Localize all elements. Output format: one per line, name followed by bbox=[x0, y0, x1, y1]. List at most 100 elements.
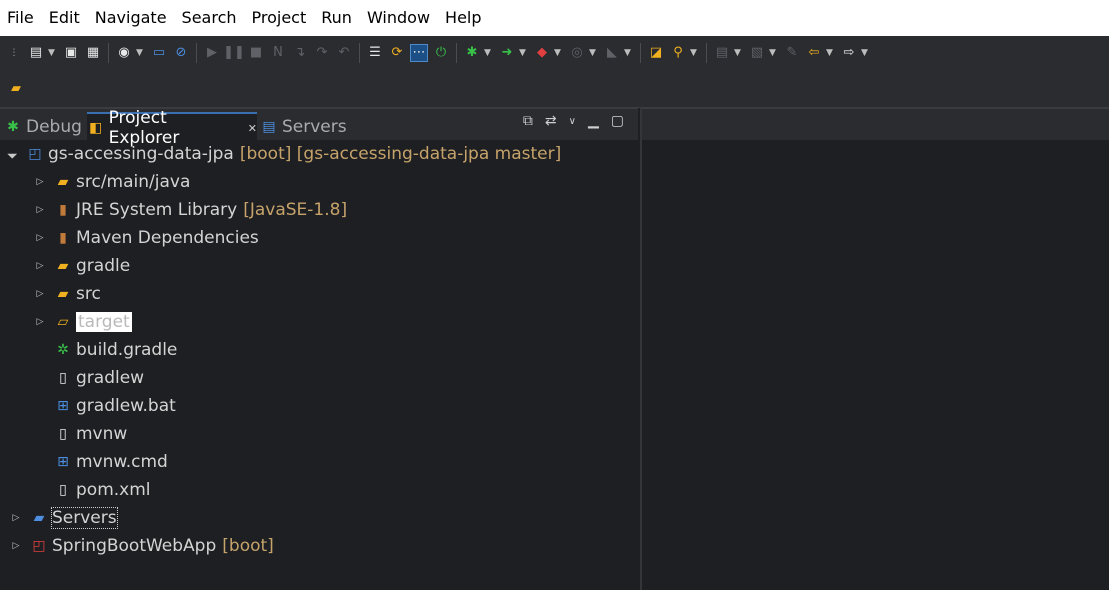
minimize-icon[interactable]: ▁ bbox=[588, 113, 599, 129]
new-class-dropdown-icon[interactable]: ▼ bbox=[623, 45, 632, 61]
run-dropdown-icon[interactable]: ▼ bbox=[518, 45, 527, 61]
collapsed-twisty-icon[interactable]: ▷ bbox=[34, 289, 46, 299]
tree-item-mvnw[interactable]: ▯ mvnw bbox=[34, 420, 127, 448]
collapsed-twisty-icon[interactable]: ▷ bbox=[34, 317, 46, 327]
open-type-icon[interactable]: ◪ bbox=[648, 45, 664, 61]
folder-icon: ▰ bbox=[57, 258, 69, 274]
tree-item-label: target bbox=[76, 312, 132, 332]
search-dropdown-icon[interactable]: ▼ bbox=[689, 45, 698, 61]
tree-item-gradle[interactable]: ▷ ▰ gradle bbox=[34, 252, 131, 280]
view-toolbar: ⧉ ⇄ ∨ ▁ ▢ bbox=[517, 113, 630, 129]
save-icon[interactable]: ▣ bbox=[63, 45, 79, 61]
open-perspective-icon[interactable]: ▰ bbox=[8, 81, 24, 97]
step-over-icon: ↷ bbox=[316, 45, 328, 60]
tree-item-gradlew[interactable]: ▯ gradlew bbox=[34, 364, 144, 392]
view-menu-icon[interactable]: ∨ bbox=[569, 116, 576, 127]
project-explorer-icon: ◧ bbox=[89, 120, 103, 136]
menu-search[interactable]: Search bbox=[175, 0, 245, 36]
collapsed-twisty-icon[interactable]: ▷ bbox=[10, 513, 22, 523]
coverage-dropdown-icon[interactable]: ▼ bbox=[553, 45, 562, 61]
editor-area bbox=[640, 108, 1109, 590]
expanded-twisty-icon[interactable]: ◢ bbox=[4, 146, 20, 162]
new-class-icon: ◣ bbox=[607, 45, 617, 60]
close-icon[interactable]: ✕ bbox=[248, 122, 257, 135]
collapsed-twisty-icon[interactable]: ▷ bbox=[10, 541, 22, 551]
menu-window[interactable]: Window bbox=[360, 0, 438, 36]
tree-item-mvnw-cmd[interactable]: ⊞ mvnw.cmd bbox=[34, 448, 168, 476]
editor-tab-strip bbox=[642, 108, 1109, 140]
tree-item-target[interactable]: ▷ ▱ target bbox=[34, 308, 132, 336]
run-icon[interactable]: ➜ bbox=[499, 45, 515, 61]
search-icon[interactable]: ⚲ bbox=[670, 45, 686, 61]
back-icon[interactable]: ⇦ bbox=[806, 45, 822, 61]
tree-servers-label: Servers bbox=[51, 507, 118, 529]
windows-file-icon: ⊞ bbox=[57, 398, 69, 414]
collapsed-twisty-icon[interactable]: ▷ bbox=[34, 177, 46, 187]
menu-run[interactable]: Run bbox=[314, 0, 360, 36]
save-all-icon[interactable]: ▦ bbox=[85, 45, 101, 61]
back-dropdown-icon[interactable]: ▼ bbox=[825, 45, 834, 61]
next-annotation-icon: ▤ bbox=[715, 45, 729, 60]
coverage-icon[interactable]: ◆ bbox=[534, 45, 550, 61]
debug-dropdown-icon[interactable]: ▼ bbox=[483, 45, 492, 61]
tree-item-build-gradle[interactable]: ✲ build.gradle bbox=[34, 336, 177, 364]
collapsed-twisty-icon[interactable]: ▷ bbox=[34, 205, 46, 215]
new-dropdown-icon[interactable]: ▼ bbox=[47, 45, 56, 61]
project-tree: ◢ ◰ gs-accessing-data-jpa [boot] [gs-acc… bbox=[0, 140, 636, 590]
collapse-all-icon[interactable]: ⧉ bbox=[523, 113, 533, 129]
toolbar-separator bbox=[359, 43, 360, 63]
toolbar-separator bbox=[640, 43, 641, 63]
forward-dropdown-icon[interactable]: ▼ bbox=[860, 45, 869, 61]
terminal-icon[interactable]: ▭ bbox=[151, 45, 167, 61]
library-icon: ▮ bbox=[59, 230, 67, 246]
collapsed-twisty-icon[interactable]: ▷ bbox=[34, 233, 46, 243]
external-tools-dropdown-icon[interactable]: ▼ bbox=[588, 45, 597, 61]
tree-webapp-decoration: [boot] bbox=[222, 536, 274, 556]
resume-icon: ▶ bbox=[207, 45, 217, 60]
terminate-icon: ■ bbox=[249, 45, 263, 60]
tree-item-src[interactable]: ▷ ▰ src bbox=[34, 280, 101, 308]
maximize-icon[interactable]: ▢ bbox=[611, 113, 624, 129]
tree-project[interactable]: ◢ ◰ gs-accessing-data-jpa [boot] [gs-acc… bbox=[6, 140, 561, 168]
tab-debug[interactable]: ✱ Debug bbox=[4, 113, 82, 141]
debug-icon[interactable]: ✱ bbox=[464, 45, 480, 61]
step-return-icon: ↶ bbox=[338, 45, 350, 60]
file-icon: ▯ bbox=[59, 370, 67, 386]
tab-debug-label: Debug bbox=[26, 117, 82, 137]
tree-item-gradlew-bat[interactable]: ⊞ gradlew.bat bbox=[34, 392, 176, 420]
tree-item-jre-library[interactable]: ▷ ▮ JRE System Library [JavaSE-1.8] bbox=[34, 196, 348, 224]
menu-help[interactable]: Help bbox=[438, 0, 489, 36]
tree-project-label: gs-accessing-data-jpa bbox=[48, 144, 234, 164]
spring-relaunch-icon[interactable]: ⏻ bbox=[433, 45, 449, 61]
tree-item-pom-xml[interactable]: ▯ pom.xml bbox=[34, 476, 150, 504]
previous-annotation-icon: ▧ bbox=[750, 45, 764, 60]
new-icon[interactable]: ▤ bbox=[28, 45, 44, 61]
tab-project-explorer[interactable]: ◧ Project Explorer ✕ bbox=[87, 108, 257, 148]
tree-item-label: mvnw bbox=[76, 424, 128, 444]
account-icon[interactable]: ◉ bbox=[116, 45, 132, 61]
toolbar-separator bbox=[456, 43, 457, 63]
tree-servers[interactable]: ▷ ▰ Servers bbox=[10, 504, 118, 532]
server-folder-icon: ▰ bbox=[33, 510, 45, 526]
skip-breakpoints-icon[interactable]: ⊘ bbox=[173, 45, 189, 61]
forward-icon[interactable]: ⇨ bbox=[841, 45, 857, 61]
tree-item-maven-dependencies[interactable]: ▷ ▮ Maven Dependencies bbox=[34, 224, 259, 252]
menu-project[interactable]: Project bbox=[245, 0, 315, 36]
account-dropdown-icon[interactable]: ▼ bbox=[135, 45, 144, 61]
next-annotation-dropdown-icon[interactable]: ▼ bbox=[733, 45, 742, 61]
menu-file[interactable]: File bbox=[0, 0, 42, 36]
toggle-debug-view-icon[interactable]: ⋯ bbox=[410, 44, 428, 62]
project-icon: ◰ bbox=[28, 146, 42, 162]
servers-icon: ▤ bbox=[262, 119, 276, 135]
menu-navigate[interactable]: Navigate bbox=[88, 0, 175, 36]
link-with-editor-icon[interactable]: ⇄ bbox=[545, 113, 557, 129]
collapsed-twisty-icon[interactable]: ▷ bbox=[34, 261, 46, 271]
spring-boot-dashboard-icon[interactable]: ⟳ bbox=[389, 45, 405, 61]
previous-annotation-dropdown-icon[interactable]: ▼ bbox=[768, 45, 777, 61]
use-step-filters-icon[interactable]: ☰ bbox=[367, 45, 383, 61]
step-into-icon: ↴ bbox=[294, 45, 306, 60]
menu-edit[interactable]: Edit bbox=[42, 0, 88, 36]
tree-webapp[interactable]: ▷ ◰ SpringBootWebApp [boot] bbox=[10, 532, 274, 560]
tab-servers[interactable]: ▤ Servers bbox=[260, 113, 346, 141]
tree-item-src-main-java[interactable]: ▷ ▰ src/main/java bbox=[34, 168, 191, 196]
